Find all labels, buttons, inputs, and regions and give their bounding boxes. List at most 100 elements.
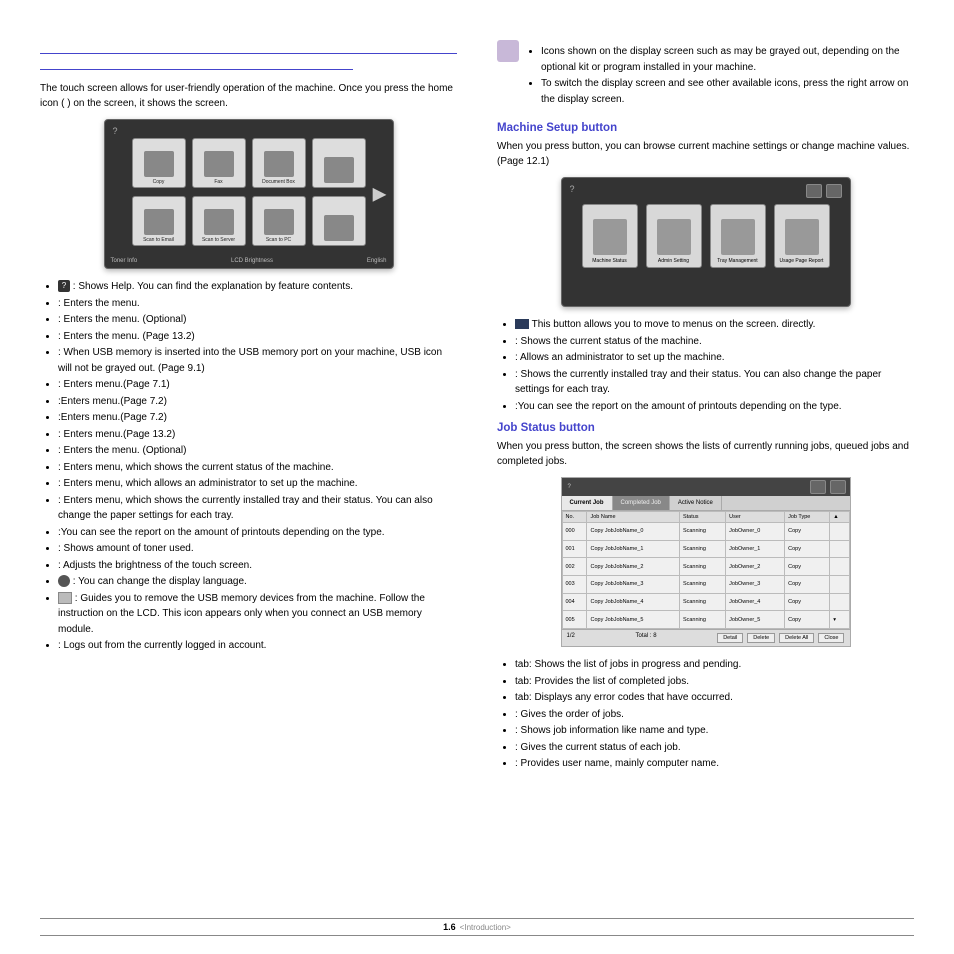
job-figure: ? Current Job Completed Job Active Notic… <box>497 477 914 647</box>
bullet-item: : Allows an administrator to set up the … <box>515 350 914 366</box>
back-icon <box>515 319 529 329</box>
tile-row-1: Copy Fax Document Box <box>113 138 385 188</box>
bullet-item: : Enters the menu. (Page 13.2) <box>58 329 457 345</box>
job-table-body: 000Copy JobJobName_0ScanningJobOwner_0Co… <box>562 523 849 629</box>
toner-info-label[interactable]: Toner Info <box>111 258 138 264</box>
bullet-item: : When USB memory is inserted into the U… <box>58 345 457 376</box>
table-row[interactable]: 003Copy JobJobName_3ScanningJobOwner_3Co… <box>562 575 849 593</box>
main-screen-panel: ? Copy Fax Document Box Scan to Email Sc… <box>104 119 394 269</box>
left-bullet-list: ? : Shows Help. You can find the explana… <box>58 279 457 654</box>
table-row[interactable]: 005Copy JobJobName_5ScanningJobOwner_5Co… <box>562 611 849 629</box>
job-table: No.Job NameStatusUserJob Type▲ 000Copy J… <box>562 511 850 629</box>
bullet-item: : Logs out from the currently logged in … <box>58 638 457 654</box>
page-number: 1.6 <box>443 922 456 932</box>
section-rule-1 <box>40 40 457 54</box>
scroll-up-icon[interactable]: ▲ <box>830 512 849 523</box>
eject-icon <box>58 592 72 604</box>
total-count: Total : 8 <box>636 633 657 643</box>
page-section: <Introduction> <box>460 923 511 932</box>
tile-document-box[interactable]: Document Box <box>252 138 306 188</box>
bullet-item: : You can change the display language. <box>58 574 457 590</box>
table-row[interactable]: 002Copy JobJobName_2ScanningJobOwner_2Co… <box>562 558 849 576</box>
table-row[interactable]: 001Copy JobJobName_1ScanningJobOwner_1Co… <box>562 540 849 558</box>
bullet-item: : Gives the order of jobs. <box>515 707 914 723</box>
main-screen-figure: ? Copy Fax Document Box Scan to Email Sc… <box>40 119 457 269</box>
bullet-item: : Enters the menu. <box>58 296 457 312</box>
bullet-item: :You can see the report on the amount of… <box>58 525 457 541</box>
setup-intro: When you press button, you can browse cu… <box>497 140 914 169</box>
tile-copy[interactable]: Copy <box>132 138 186 188</box>
delete-button[interactable]: Delete <box>747 633 775 643</box>
setup-panel: ? Machine Status Admin Setting Tray Mana… <box>561 177 851 307</box>
col-header: Job Name <box>587 512 679 523</box>
delete-all-button[interactable]: Delete All <box>779 633 814 643</box>
job-panel: ? Current Job Completed Job Active Notic… <box>561 477 851 647</box>
bullet-item: : Enters menu, which shows the currently… <box>58 493 457 524</box>
tile-fax[interactable]: Fax <box>192 138 246 188</box>
brightness-label[interactable]: LCD Brightness <box>231 258 273 264</box>
table-row[interactable]: 004Copy JobJobName_4ScanningJobOwner_4Co… <box>562 593 849 611</box>
bullet-item: : Shows the current status of the machin… <box>515 334 914 350</box>
bullet-item: : Guides you to remove the USB memory de… <box>58 591 457 638</box>
job-footer: 1/2 Total : 8 Detail Delete Delete All Clos… <box>562 629 850 646</box>
arrow-right-icon[interactable]: ▶ <box>373 184 387 205</box>
tab-active-notice[interactable]: Active Notice <box>670 496 722 510</box>
col-header: Job Type <box>785 512 830 523</box>
bullet-item: : Enters menu, which shows the current s… <box>58 460 457 476</box>
mini-button-2[interactable] <box>826 184 842 198</box>
tile-scan-email[interactable]: Scan to Email <box>132 196 186 246</box>
bullet-item: :You can see the report on the amount of… <box>515 399 914 415</box>
help-icon: ? <box>58 280 70 292</box>
left-column: The touch screen allows for user-friendl… <box>40 40 457 776</box>
bullet-item: tab: Shows the list of jobs in progress … <box>515 657 914 673</box>
top-right-buttons <box>806 184 842 198</box>
job-status-title: Job Status button <box>497 422 914 434</box>
mini-button-1[interactable] <box>806 184 822 198</box>
tile-scan-pc[interactable]: Scan to PC <box>252 196 306 246</box>
mini-button-1[interactable] <box>810 480 826 494</box>
language-label[interactable]: English <box>367 258 387 264</box>
tile-machine-status[interactable]: Machine Status <box>582 204 638 268</box>
intro-text: The touch screen allows for user-friendl… <box>40 82 457 111</box>
table-row[interactable]: 000Copy JobJobName_0ScanningJobOwner_0Co… <box>562 523 849 541</box>
help-icon: ? <box>568 484 571 490</box>
tile-admin-setting[interactable]: Admin Setting <box>646 204 702 268</box>
note-icon <box>497 40 519 62</box>
tile-usage-report[interactable]: Usage Page Report <box>774 204 830 268</box>
bottom-bar: Toner Info LCD Brightness English <box>111 258 387 264</box>
two-column-layout: The touch screen allows for user-friendl… <box>40 40 914 776</box>
bullet-item: tab: Displays any error codes that have … <box>515 690 914 706</box>
mini-button-2[interactable] <box>830 480 846 494</box>
tile-tray-mgmt[interactable]: Tray Management <box>710 204 766 268</box>
note-block: Icons shown on the display screen such a… <box>497 40 914 112</box>
bullet-item: :Enters menu.(Page 7.2) <box>58 394 457 410</box>
bullet-item: : Shows amount of toner used. <box>58 541 457 557</box>
page-indicator: 1/2 <box>567 633 575 643</box>
machine-setup-title: Machine Setup button <box>497 122 914 134</box>
close-button[interactable]: Close <box>818 633 844 643</box>
note-bullets: Icons shown on the display screen such a… <box>541 44 914 108</box>
note-bullet-2: To switch the display screen and see oth… <box>541 76 914 107</box>
col-header: No. <box>562 512 587 523</box>
job-bullet-list: tab: Shows the list of jobs in progress … <box>515 657 914 772</box>
setup-bullet-list: This button allows you to move to menus … <box>515 317 914 414</box>
job-tabs: Current Job Completed Job Active Notice <box>562 496 850 511</box>
detail-button[interactable]: Detail <box>717 633 743 643</box>
bullet-item: : Enters the menu. (Optional) <box>58 312 457 328</box>
bullet-item: : Shows job information like name and ty… <box>515 723 914 739</box>
bullet-item: : Provides user name, mainly computer na… <box>515 756 914 772</box>
bullet-item: ? : Shows Help. You can find the explana… <box>58 279 457 295</box>
tile-usb[interactable] <box>312 138 366 188</box>
tile-scan-server[interactable]: Scan to Server <box>192 196 246 246</box>
tab-current-job[interactable]: Current Job <box>562 496 613 510</box>
tile-blank <box>312 196 366 246</box>
setup-figure: ? Machine Status Admin Setting Tray Mana… <box>497 177 914 307</box>
tile-row-2: Scan to Email Scan to Server Scan to PC <box>113 196 385 246</box>
job-intro: When you press button, the screen shows … <box>497 440 914 469</box>
bullet-item: : Enters the menu. (Optional) <box>58 443 457 459</box>
section-rule-2 <box>40 60 353 70</box>
bullet-item: tab: Provides the list of completed jobs… <box>515 674 914 690</box>
col-header: User <box>726 512 785 523</box>
tab-completed-job[interactable]: Completed Job <box>613 496 670 510</box>
footer-buttons: Detail Delete Delete All Close <box>717 633 844 643</box>
